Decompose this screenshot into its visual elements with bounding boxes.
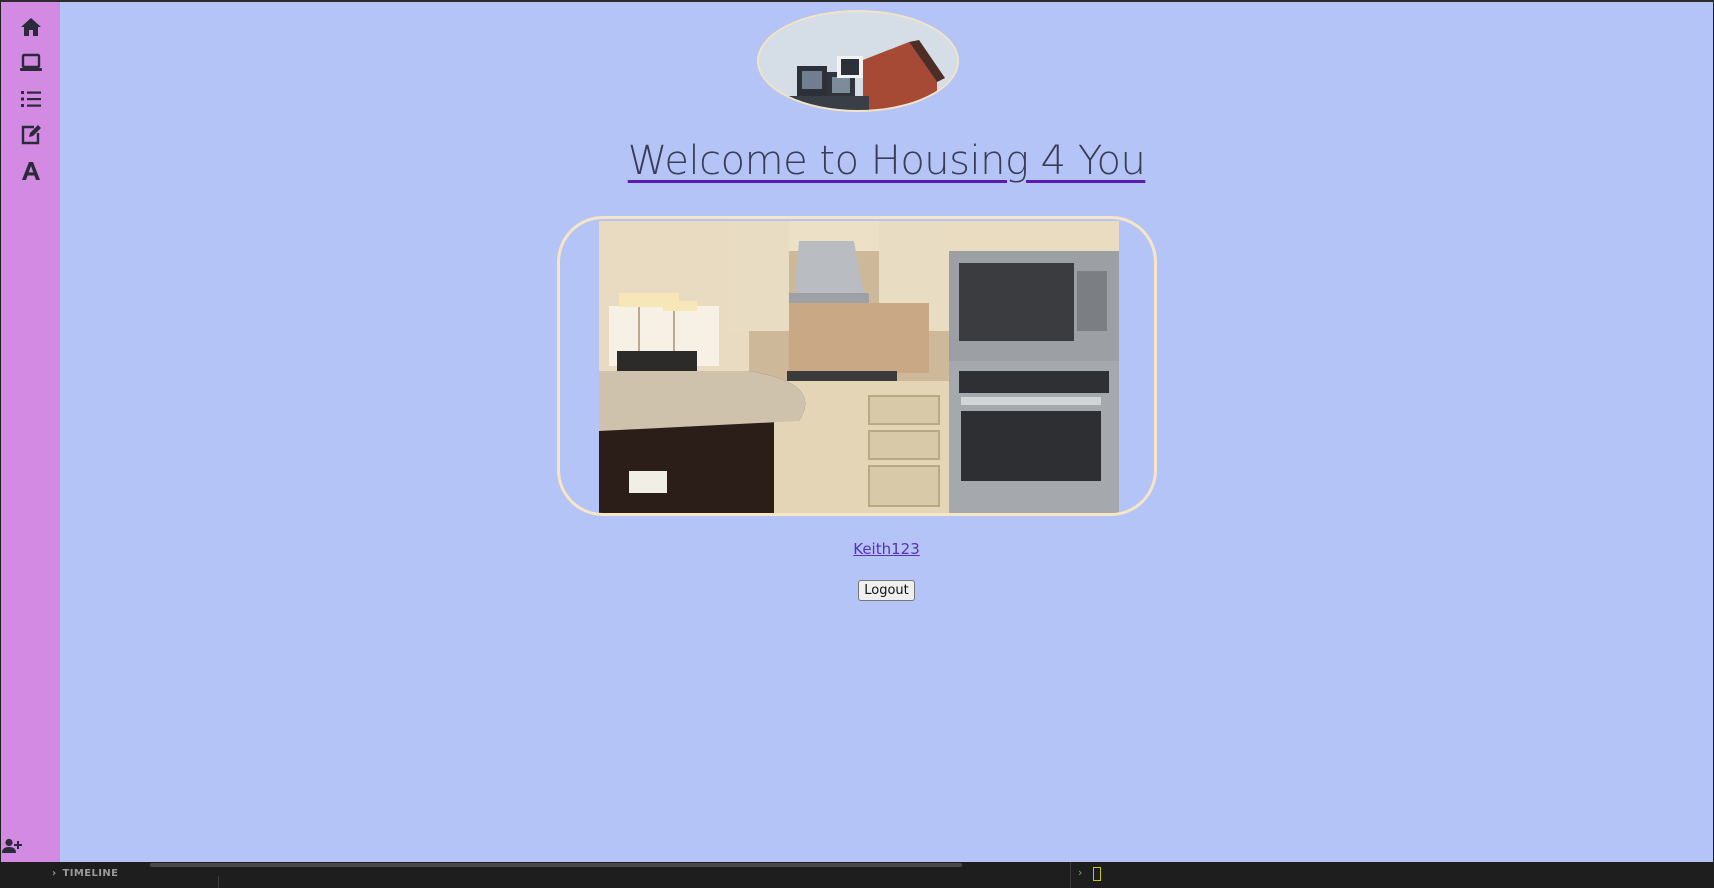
- page-title: Welcome to Housing 4 You: [60, 138, 1713, 184]
- kitchen-photo: [599, 221, 1119, 513]
- main-content: Welcome to Housing 4 You Keith123 Logout: [60, 2, 1713, 862]
- logout-button[interactable]: Logout: [858, 580, 915, 601]
- page-title-text[interactable]: Welcome to Housing 4 You: [628, 138, 1146, 184]
- home-icon[interactable]: [1, 12, 60, 42]
- panel-divider: [218, 876, 219, 888]
- laptop-icon[interactable]: [1, 48, 60, 78]
- font-icon[interactable]: [1, 156, 60, 186]
- logo-image: [757, 10, 959, 112]
- logout-container: Logout: [60, 580, 1713, 601]
- terminal-cursor: [1093, 867, 1101, 881]
- user-plus-icon[interactable]: [1, 834, 23, 858]
- list-icon[interactable]: [1, 84, 60, 114]
- timeline-section-label[interactable]: › TIMELINE: [52, 868, 118, 879]
- username-link: Keith123: [60, 540, 1713, 558]
- edit-icon[interactable]: [1, 120, 60, 150]
- terminal-divider: [1070, 862, 1071, 888]
- terminal-prompt-icon: ›: [1078, 866, 1083, 879]
- app-window: Welcome to Housing 4 You Keith123 Logout…: [0, 0, 1714, 888]
- timeline-label: TIMELINE: [62, 868, 119, 879]
- horizontal-scrollbar[interactable]: [150, 863, 962, 867]
- status-bar: › TIMELINE ›: [0, 862, 1714, 888]
- username-link-text[interactable]: Keith123: [853, 540, 920, 558]
- featured-image-frame: [557, 216, 1157, 516]
- chevron-right-icon: ›: [52, 868, 57, 879]
- sidebar: [1, 2, 60, 862]
